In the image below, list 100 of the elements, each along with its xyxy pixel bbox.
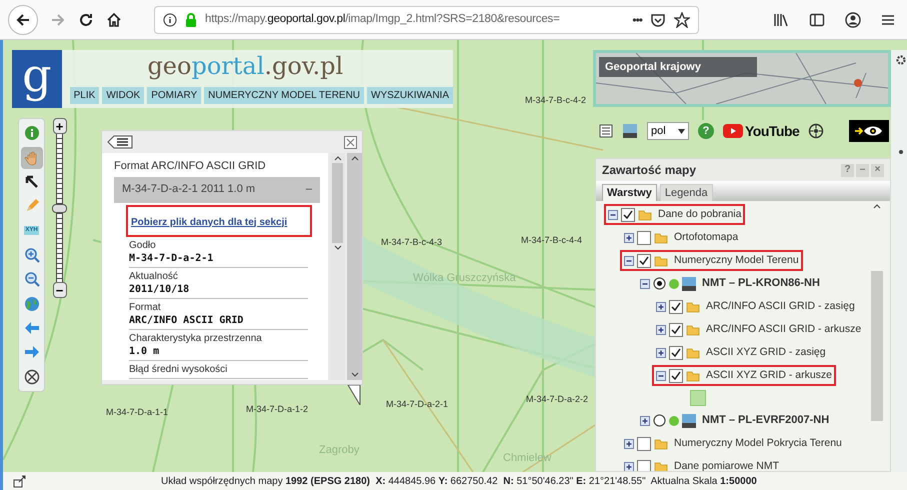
reload-icon[interactable] — [78, 12, 94, 28]
collapse-icon[interactable] — [640, 278, 650, 288]
dot-icon[interactable] — [898, 150, 902, 154]
layer-label[interactable]: ASCII XYZ GRID - zasięg — [706, 344, 826, 360]
zoom-out-button[interactable]: − — [52, 282, 66, 298]
layer-label[interactable]: ARC/INFO ASCII GRID - arkusze — [706, 322, 862, 338]
layer-label[interactable]: Dane pomiarowe NMT — [674, 458, 780, 471]
overview-map[interactable]: Geoportal krajowy — [593, 50, 891, 107]
layer-label[interactable]: NMT – PL-EVRF2007-NH — [702, 412, 830, 429]
star-icon[interactable] — [674, 12, 690, 28]
address-bar[interactable]: https://mapy.geoportal.gov.pl/imap/Imgp_2.html?SRS=2180&resources= ••• — [154, 6, 699, 34]
expand-icon[interactable] — [656, 302, 666, 312]
scrollbar[interactable] — [347, 153, 362, 380]
collapse-icon[interactable] — [656, 370, 666, 380]
status-dot-icon — [669, 278, 679, 288]
checkbox[interactable] — [669, 322, 683, 336]
language-select[interactable]: pol — [647, 122, 689, 140]
sheet-label: M-34-7-D-a-1-2 — [246, 403, 308, 416]
sidebar-icon[interactable] — [809, 12, 825, 28]
zoom-out-icon — [24, 271, 40, 288]
field-value: 2011/10/18 — [129, 282, 190, 296]
menu-button[interactable]: WYSZUKIWANIA — [367, 87, 453, 104]
expand-icon[interactable] — [656, 324, 666, 334]
zoom-in-button[interactable]: + — [52, 118, 66, 134]
checkbox[interactable] — [669, 346, 683, 360]
sheet-label: M-34-7-B-c-4-2 — [525, 94, 586, 107]
layer-label[interactable]: ARC/INFO ASCII GRID - zasięg — [706, 298, 855, 314]
library-icon[interactable] — [773, 12, 789, 28]
status-dot-icon — [669, 416, 679, 426]
sheet-label: M-34-7-B-c-4-4 — [521, 234, 582, 247]
layer-label[interactable]: Dane do pobrania — [658, 206, 742, 222]
map-service-icon[interactable] — [622, 123, 638, 139]
url-text: https://mapy.geoportal.gov.pl/imap/Imgp_2.html?SRS=2180&resources= — [205, 12, 561, 27]
map-service-icon — [682, 414, 696, 428]
expand-icon[interactable] — [624, 438, 634, 448]
site-name: geoportal.gov.pl — [147, 54, 344, 78]
account-icon[interactable] — [845, 12, 861, 28]
field-value: ARC/INFO ASCII GRID — [129, 314, 244, 326]
layer-label[interactable]: ASCII XYZ GRID - arkusze — [706, 368, 832, 384]
menu-button[interactable]: NUMERYCZNY MODEL TERENU — [204, 87, 364, 104]
info-icon[interactable] — [163, 12, 177, 26]
menu-button[interactable]: POMIARY — [147, 87, 202, 104]
home-icon[interactable] — [106, 12, 122, 28]
field-value: M-34-7-D-a-2-1 — [129, 252, 214, 264]
place-label: Wólka Gruszczyńska — [413, 271, 516, 286]
checkbox[interactable] — [669, 368, 683, 382]
menu-button[interactable]: PLIK — [70, 87, 100, 104]
tab[interactable]: Warstwy — [602, 184, 657, 201]
crosshair-icon — [24, 368, 40, 385]
accessibility-button[interactable] — [849, 120, 889, 142]
menu-icon[interactable] — [881, 12, 895, 26]
field-label: Aktualność — [129, 270, 179, 282]
sheet-label: M-34-7-D-a-1-1 — [106, 406, 168, 419]
expand-icon[interactable] — [656, 348, 666, 358]
pointer-arrow-icon — [24, 174, 40, 190]
zoom-in-icon — [24, 246, 40, 263]
scrollbar-thumb[interactable] — [871, 271, 883, 421]
place-label: Chmielew — [503, 451, 552, 466]
back-button[interactable] — [8, 4, 38, 34]
video-link[interactable]: YouTube — [723, 120, 800, 142]
info-icon — [24, 125, 40, 142]
folder-icon — [654, 437, 668, 450]
menu-button[interactable]: WIDOK — [102, 87, 144, 104]
checkbox[interactable] — [669, 300, 683, 314]
layer-label[interactable]: Numeryczny Model Pokrycia Terenu — [674, 436, 842, 452]
document-icon[interactable] — [599, 124, 613, 138]
folder-icon — [654, 231, 668, 244]
close-icon[interactable] — [344, 136, 357, 148]
download-link[interactable]: Pobierz plik danych dla tej sekcji — [131, 216, 288, 228]
wheel-icon[interactable] — [808, 123, 824, 139]
layer-label[interactable]: Numeryczny Model Terenu — [674, 252, 799, 268]
tab[interactable]: Legenda — [660, 184, 713, 201]
layer-label[interactable]: NMT – PL-KRON86-NH — [702, 275, 820, 292]
radio-button[interactable] — [653, 277, 666, 290]
expand-icon[interactable] — [640, 416, 650, 426]
section-header[interactable]: M-34-7-D-a-2-1 2011 1.0 m – — [114, 176, 320, 202]
field-label: Błąd średni wysokości — [129, 364, 228, 376]
pocket-icon[interactable] — [650, 12, 666, 28]
more-actions-button[interactable]: ••• — [632, 10, 642, 28]
layer-label[interactable]: Ortofotomapa — [674, 230, 738, 246]
help-button[interactable]: ? — [698, 123, 714, 139]
gear-icon[interactable] — [894, 54, 906, 66]
field-label: Godło — [129, 240, 157, 252]
scrollbar[interactable] — [330, 153, 345, 380]
zoom-slider-thumb[interactable] — [52, 204, 67, 213]
checkbox[interactable] — [621, 208, 635, 222]
checkbox[interactable] — [637, 436, 651, 450]
collapse-icon[interactable] — [608, 210, 618, 220]
checkbox[interactable] — [637, 254, 651, 268]
expand-icon[interactable] — [624, 232, 634, 242]
map-service-icon — [682, 276, 696, 290]
radio-button[interactable] — [653, 414, 666, 427]
checkbox[interactable] — [637, 230, 651, 244]
folder-icon — [638, 208, 652, 221]
expand-icon[interactable] — [624, 462, 634, 471]
field-label: Format — [129, 302, 162, 314]
sheet-label: M-34-7-D-a-2-1 — [386, 398, 448, 411]
list-toggle-icon[interactable] — [107, 135, 133, 149]
collapse-icon[interactable] — [624, 256, 634, 266]
panel-title: Zawartość mapy — [602, 162, 696, 179]
